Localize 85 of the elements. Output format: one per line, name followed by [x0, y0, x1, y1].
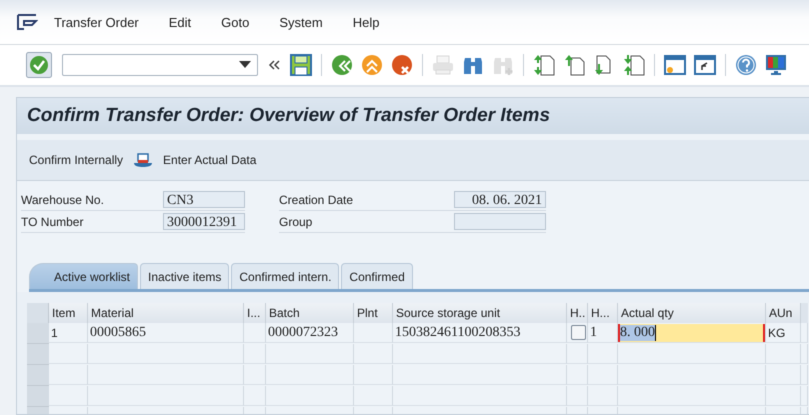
tab[interactable]: Confirmed intern.: [231, 263, 340, 289]
table-cell: [766, 365, 801, 385]
table-cell: 00005865: [88, 323, 244, 343]
column-header[interactable]: Actual qty: [618, 303, 766, 323]
help-button[interactable]: [735, 54, 757, 76]
column-header[interactable]: I...: [244, 303, 266, 323]
table-cell: KG: [766, 323, 801, 343]
field-label: Group: [279, 214, 314, 228]
help-icon: [735, 54, 757, 76]
table-cell: [588, 365, 618, 385]
column-header[interactable]: Item: [49, 303, 88, 323]
column-header[interactable]: H...: [588, 303, 618, 323]
table-cell: [354, 365, 393, 385]
monitor-button[interactable]: [765, 54, 787, 76]
column-header[interactable]: Material: [88, 303, 244, 323]
tab[interactable]: Active worklist: [29, 263, 138, 289]
printer-icon: [432, 54, 454, 76]
readonly-field: CN3: [163, 191, 245, 208]
table-cell: [244, 323, 266, 343]
column-header[interactable]: Batch: [266, 303, 354, 323]
double-chevron-icon: [268, 59, 280, 71]
hat-icon: [133, 152, 154, 168]
enter-button[interactable]: [26, 52, 52, 78]
page-up-icon: [563, 54, 585, 76]
field-label: Warehouse No.: [21, 192, 105, 206]
tab[interactable]: Confirmed: [341, 263, 413, 289]
table-cell: 150382461100208353: [393, 323, 567, 343]
save-icon: [290, 54, 312, 76]
cancel-icon: [391, 54, 413, 76]
exit-icon: [361, 54, 383, 76]
back-icon: [331, 54, 353, 76]
menu-item[interactable]: Goto: [221, 14, 250, 30]
table-cell: [588, 344, 618, 364]
table-cell: 0000072323: [266, 323, 354, 343]
table-cell: [244, 386, 266, 406]
column-header[interactable]: Source storage unit: [393, 303, 567, 323]
menu-item[interactable]: Edit: [168, 14, 192, 30]
table-cell: [354, 323, 393, 343]
command-field[interactable]: [62, 54, 258, 76]
table-cell: [588, 386, 618, 406]
menu-item[interactable]: Transfer Order: [54, 14, 139, 30]
cancel-button[interactable]: [391, 54, 413, 76]
table-cell: [354, 344, 393, 364]
table-cell: [567, 386, 588, 406]
table-cell: [49, 386, 88, 406]
page-arrows-button[interactable]: [533, 54, 555, 76]
menu-item[interactable]: System: [279, 14, 323, 30]
table-cell: [244, 344, 266, 364]
field-label: TO Number: [21, 214, 84, 228]
menu-icon[interactable]: [16, 13, 38, 31]
column-header[interactable]: AUn: [766, 303, 801, 323]
input-field[interactable]: 8. 000: [618, 324, 765, 342]
field-label: Creation Date: [279, 192, 354, 206]
column-header[interactable]: H..: [567, 303, 588, 323]
window-sun-button[interactable]: [664, 54, 686, 76]
page-up-button[interactable]: [563, 54, 585, 76]
table-cell: [49, 344, 88, 364]
page-arrows-button[interactable]: [623, 54, 645, 76]
collapse-button[interactable]: [268, 59, 280, 71]
page-arrows-icon: [623, 54, 645, 76]
window-sun-icon: [664, 54, 686, 76]
page-arrows-icon: [533, 54, 555, 76]
menu-item[interactable]: Help: [352, 14, 380, 30]
enter-icon: [26, 52, 52, 78]
table-cell: [244, 365, 266, 385]
table-cell: 1: [49, 323, 88, 343]
toolbar-button[interactable]: Enter Actual Data: [133, 152, 256, 168]
window-arrow-button[interactable]: [694, 54, 716, 76]
monitor-icon: [765, 54, 787, 76]
table-cell: [49, 365, 88, 385]
table-cell: [567, 365, 588, 385]
toolbar-button[interactable]: Confirm Internally: [29, 153, 124, 167]
tab[interactable]: Inactive items: [140, 263, 230, 289]
readonly-field: 3000012391: [163, 213, 245, 230]
screen-title: Confirm Transfer Order: Overview of Transfer Order Items: [27, 105, 550, 127]
exit-button[interactable]: [361, 54, 383, 76]
table-cell: [766, 344, 801, 364]
table-cell: [354, 386, 393, 406]
column-header[interactable]: Plnt: [354, 303, 393, 323]
readonly-field: 08. 06. 2021: [454, 191, 546, 208]
dropdown-icon[interactable]: [239, 61, 251, 69]
checkbox[interactable]: [570, 325, 586, 340]
table-cell: [766, 386, 801, 406]
back-button[interactable]: [331, 54, 353, 76]
save-button[interactable]: [290, 54, 312, 76]
